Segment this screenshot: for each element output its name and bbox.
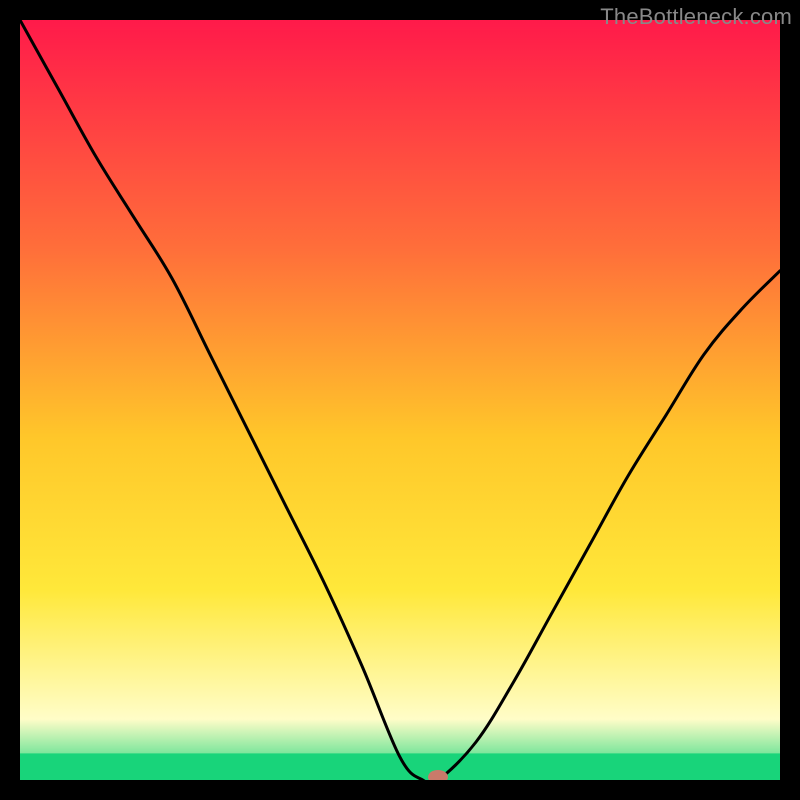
bottleneck-chart	[20, 20, 780, 780]
gradient-background	[20, 20, 780, 780]
plot-area	[20, 20, 780, 780]
chart-frame: TheBottleneck.com	[0, 0, 800, 800]
watermark-text: TheBottleneck.com	[600, 4, 792, 30]
